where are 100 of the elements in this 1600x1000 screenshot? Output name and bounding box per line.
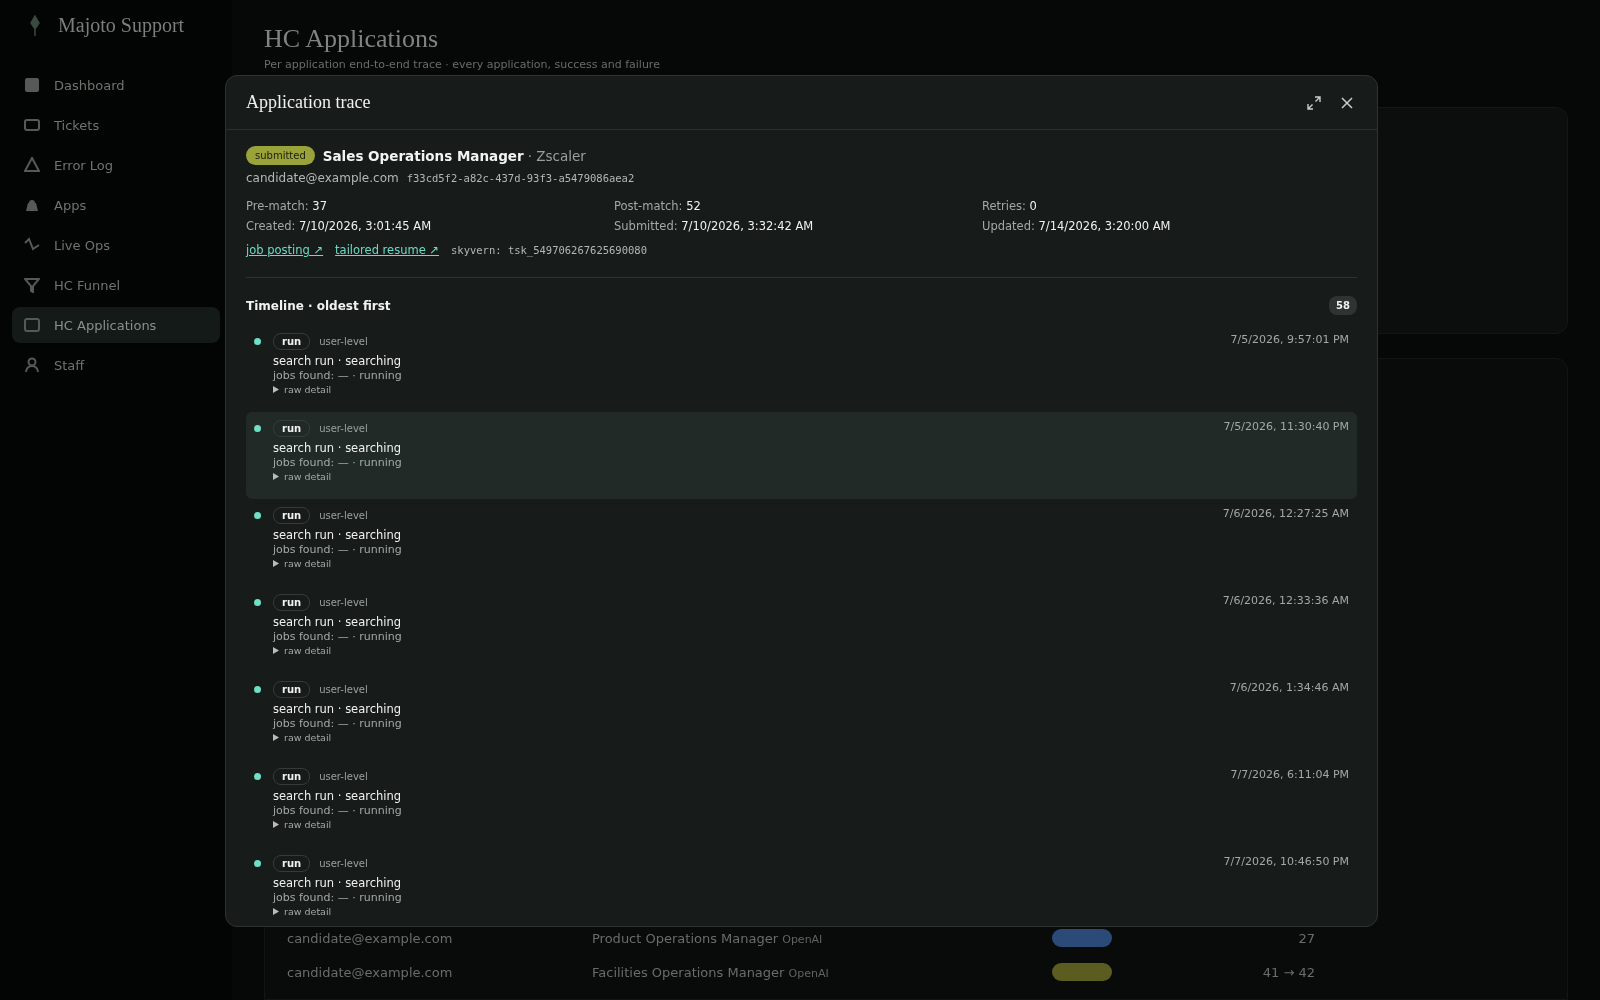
- funnel-icon: [24, 277, 40, 293]
- event-tag: run: [273, 768, 311, 785]
- candidate-email: candidate@example.com: [246, 171, 399, 185]
- task-id: skyvern: tsk_549706267625690080: [451, 244, 647, 256]
- status-dot: [254, 860, 261, 867]
- status-dot: [254, 773, 261, 780]
- nav-item[interactable]: Error Log: [12, 147, 220, 183]
- pulse-icon: [24, 237, 40, 253]
- page-title: HC Applications: [264, 24, 440, 54]
- nav-item[interactable]: HC Funnel: [12, 267, 220, 303]
- page-subtitle: Per application end-to-end trace · every application, success and failure: [264, 58, 661, 71]
- status-badge: submitted: [246, 146, 315, 165]
- event-level: user-level: [319, 771, 368, 782]
- table-cell-text: candidate@example.com: [287, 964, 454, 980]
- event-detail: jobs found: — · running: [273, 543, 403, 556]
- timeline-event[interactable]: run user-level search run · searching jobs found: — · running raw detail 7/5/2026, 9:57:01 PM: [246, 325, 1357, 412]
- link[interactable]: job posting ↗: [246, 243, 324, 257]
- status-dot: [254, 338, 261, 345]
- event-tag: run: [273, 420, 311, 437]
- event-level: user-level: [319, 858, 368, 869]
- caret-icon: [273, 647, 279, 654]
- raw-detail-toggle[interactable]: raw detail: [273, 906, 332, 917]
- nav-item[interactable]: HC Applications: [12, 307, 220, 343]
- table-cell-text: Product Operations Manager OpenAI: [592, 930, 824, 946]
- status-dot: [254, 512, 261, 519]
- timeline-event[interactable]: run user-level search run · searching jobs found: — · running raw detail 7/6/2026, 12:27:25 AM: [246, 499, 1357, 586]
- raw-detail-toggle[interactable]: raw detail: [273, 384, 332, 395]
- event-tag: run: [273, 507, 311, 524]
- event-title: search run · searching: [273, 876, 403, 890]
- raw-detail-toggle[interactable]: raw detail: [273, 471, 332, 482]
- brand-name: Majoto Support: [58, 14, 185, 37]
- caret-icon: [273, 821, 279, 828]
- person-icon: [24, 357, 40, 373]
- event-tag: run: [273, 333, 311, 350]
- event-time: 7/6/2026, 1:34:46 AM: [1229, 681, 1349, 694]
- timeline-event[interactable]: run user-level search run · searching jobs found: — · running raw detail 7/6/2026, 12:33:36 AM: [246, 586, 1357, 673]
- event-time: 7/7/2026, 10:46:50 PM: [1223, 855, 1349, 868]
- event-time: 7/6/2026, 12:33:36 AM: [1222, 594, 1349, 607]
- table-cell-text: candidate@example.com: [287, 930, 454, 946]
- nav-item[interactable]: Apps: [12, 187, 220, 223]
- event-detail: jobs found: — · running: [273, 369, 403, 382]
- raw-detail-toggle[interactable]: raw detail: [273, 732, 332, 743]
- caret-icon: [273, 473, 279, 480]
- event-level: user-level: [319, 597, 368, 608]
- raw-detail-toggle[interactable]: raw detail: [273, 558, 332, 569]
- table-cell: 27: [1298, 930, 1315, 946]
- nav-item[interactable]: Live Ops: [12, 227, 220, 263]
- event-detail: jobs found: — · running: [273, 630, 403, 643]
- leaf-icon: [30, 14, 40, 37]
- timeline-event[interactable]: run user-level search run · searching jobs found: — · running raw detail 7/7/2026, 6:11:04 PM: [246, 760, 1357, 847]
- grid-icon: [24, 77, 40, 93]
- link[interactable]: tailored resume ↗: [335, 243, 439, 257]
- event-tag: run: [273, 681, 311, 698]
- meta-field: Pre-match: 37: [246, 199, 614, 213]
- meta-field: Retries: 0: [982, 199, 1357, 213]
- dialog-title: Application trace: [246, 92, 371, 113]
- table-cell: 41 → 42: [1262, 964, 1315, 980]
- caret-icon: [273, 386, 279, 393]
- event-time: 7/5/2026, 9:57:01 PM: [1230, 333, 1349, 346]
- event-level: user-level: [319, 510, 368, 521]
- event-time: 7/6/2026, 12:27:25 AM: [1222, 507, 1349, 520]
- timeline-event[interactable]: run user-level search run · searching jobs found: — · running raw detail 7/6/2026, 1:34:46 AM: [246, 673, 1357, 760]
- company-name: · Zscaler: [527, 147, 586, 164]
- event-title: search run · searching: [273, 441, 403, 455]
- event-level: user-level: [319, 423, 368, 434]
- event-tag: run: [273, 594, 311, 611]
- status-dot: [254, 686, 261, 693]
- raw-detail-toggle[interactable]: raw detail: [273, 645, 332, 656]
- timeline-event[interactable]: run user-level search run · searching jobs found: — · running raw detail 7/7/2026, 10:46:50 PM: [246, 847, 1357, 926]
- timeline-event[interactable]: run user-level search run · searching jobs found: — · running raw detail 7/5/2026, 11:30:40 PM: [246, 412, 1357, 499]
- event-title: search run · searching: [273, 789, 403, 803]
- event-detail: jobs found: — · running: [273, 456, 403, 469]
- event-tag: run: [273, 855, 311, 872]
- event-detail: jobs found: — · running: [273, 804, 403, 817]
- meta-field: Created: 7/10/2026, 3:01:45 AM: [246, 219, 614, 233]
- event-level: user-level: [319, 336, 368, 347]
- event-title: search run · searching: [273, 354, 403, 368]
- nav-item[interactable]: Staff: [12, 347, 220, 383]
- list-icon: [24, 317, 40, 333]
- caret-icon: [273, 734, 279, 741]
- nav-item[interactable]: Tickets: [12, 107, 220, 143]
- warning-icon: [24, 157, 40, 173]
- timeline-heading: Timeline · oldest first: [246, 298, 391, 313]
- raw-detail-toggle[interactable]: raw detail: [273, 819, 332, 830]
- application-id: f33cd5f2-a82c-437d-93f3-a5479086aea2: [406, 172, 635, 184]
- event-time: 7/5/2026, 11:30:40 PM: [1223, 420, 1349, 433]
- caret-icon: [273, 908, 279, 915]
- nav-item[interactable]: Dashboard: [12, 67, 220, 103]
- event-level: user-level: [319, 684, 368, 695]
- ticket-icon: [24, 117, 40, 133]
- event-time: 7/7/2026, 6:11:04 PM: [1230, 768, 1349, 781]
- meta-field: Post-match: 52: [614, 199, 982, 213]
- status-dot: [254, 425, 261, 432]
- caret-icon: [273, 560, 279, 567]
- meta-field: Updated: 7/14/2026, 3:20:00 AM: [982, 219, 1357, 233]
- count-badge: 58: [1329, 296, 1357, 315]
- event-detail: jobs found: — · running: [273, 717, 403, 730]
- table-cell-text: Facilities Operations Manager OpenAI: [592, 964, 830, 980]
- event-title: search run · searching: [273, 528, 403, 542]
- job-title: Sales Operations Manager: [322, 147, 524, 164]
